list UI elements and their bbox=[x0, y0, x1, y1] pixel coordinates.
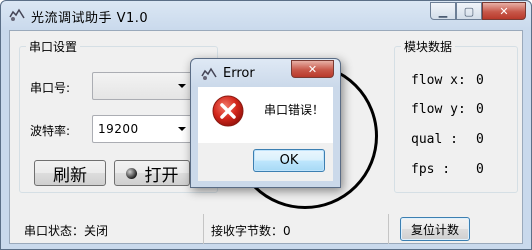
open-button[interactable]: 打开 bbox=[114, 160, 190, 186]
dialog-body: 串口错误！ bbox=[198, 87, 333, 143]
port-status-led-icon bbox=[125, 167, 137, 179]
dialog-title: Error bbox=[223, 66, 255, 81]
error-icon bbox=[212, 95, 244, 127]
close-icon: ✕ bbox=[499, 4, 509, 18]
refresh-button-label: 刷新 bbox=[53, 165, 87, 186]
chevron-down-icon bbox=[178, 127, 186, 131]
port-label: 串口号: bbox=[30, 81, 71, 95]
maximize-button[interactable]: ▢ bbox=[456, 2, 482, 20]
flow-y-value: 0 bbox=[476, 102, 484, 117]
maximize-icon: ▢ bbox=[463, 4, 475, 18]
serial-settings-legend: 串口设置 bbox=[29, 40, 78, 54]
error-dialog: Error ✕ 串口错误！ OK bbox=[190, 58, 341, 188]
status-separator bbox=[203, 214, 204, 244]
qual-value: 0 bbox=[476, 132, 484, 147]
module-data-legend: 模块数据 bbox=[404, 40, 453, 54]
dialog-close-button[interactable]: ✕ bbox=[291, 60, 334, 78]
dialog-footer: OK bbox=[198, 143, 333, 181]
baud-label: 波特率: bbox=[30, 124, 71, 138]
app-icon bbox=[9, 8, 25, 21]
bytes-received-text: 接收字节数：0 bbox=[211, 224, 291, 238]
port-status-text: 串口状态：关闭 bbox=[24, 224, 109, 238]
qual-label: qual : bbox=[411, 132, 458, 147]
flow-y-label: flow y: bbox=[411, 102, 466, 117]
fps-label: fps : bbox=[411, 162, 451, 177]
minimize-icon: ▁ bbox=[438, 4, 448, 18]
ok-button-label: OK bbox=[279, 153, 299, 168]
baud-select-value: 19200 bbox=[98, 122, 139, 136]
title-bar[interactable]: 光流调试助手 V1.0 ▁ ▢ ✕ bbox=[1, 1, 531, 29]
app-icon bbox=[201, 67, 217, 80]
reset-count-button-label: 复位计数 bbox=[410, 222, 459, 237]
reset-count-button[interactable]: 复位计数 bbox=[400, 217, 470, 241]
fps-value: 0 bbox=[476, 162, 484, 177]
flow-x-value: 0 bbox=[476, 73, 484, 88]
dialog-message: 串口错误！ bbox=[264, 103, 325, 117]
ok-button[interactable]: OK bbox=[253, 149, 325, 172]
port-select[interactable] bbox=[92, 72, 192, 100]
flow-x-label: flow x: bbox=[411, 73, 466, 88]
open-button-label: 打开 bbox=[144, 165, 179, 186]
status-separator bbox=[388, 214, 389, 244]
chevron-down-icon bbox=[178, 84, 186, 88]
minimize-button[interactable]: ▁ bbox=[430, 2, 456, 20]
window-title: 光流调试助手 V1.0 bbox=[31, 11, 149, 26]
close-button[interactable]: ✕ bbox=[482, 2, 526, 20]
baud-select[interactable]: 19200 bbox=[92, 115, 192, 143]
close-icon: ✕ bbox=[307, 62, 318, 76]
refresh-button[interactable]: 刷新 bbox=[34, 160, 106, 186]
